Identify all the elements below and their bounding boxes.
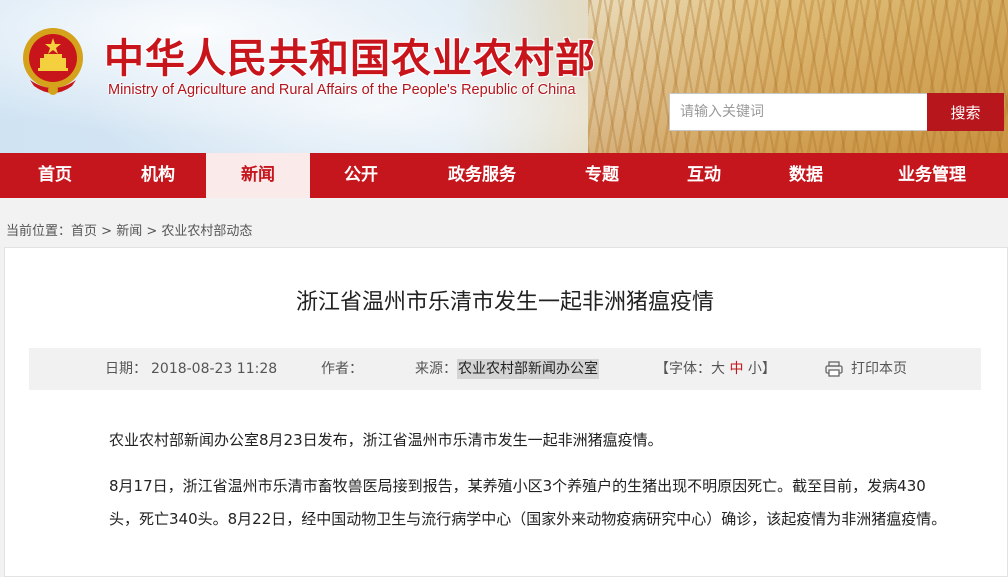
nav-item-news[interactable]: 新闻: [206, 153, 310, 198]
article-paragraph: 8月17日，浙江省温州市乐清市畜牧兽医局接到报告，某养殖小区3个养殖户的生猪出现…: [109, 477, 947, 528]
nav-item-data[interactable]: 数据: [756, 153, 856, 198]
site-title[interactable]: 中华人民共和国农业农村部: [104, 26, 596, 84]
breadcrumb-prefix: 当前位置：: [6, 224, 72, 239]
article-panel: 浙江省温州市乐清市发生一起非洲猪瘟疫情 日期： 2018-08-23 11:28…: [4, 247, 1008, 577]
breadcrumb-separator: >: [101, 224, 113, 239]
search-input[interactable]: [669, 93, 927, 131]
nav-item-interaction[interactable]: 互动: [652, 153, 756, 198]
meta-source-value: 农业农村部新闻办公室: [457, 359, 599, 379]
nav-item-public[interactable]: 公开: [310, 153, 412, 198]
breadcrumb-separator: >: [146, 224, 158, 239]
font-size-medium[interactable]: 中: [729, 361, 743, 377]
nav-item-business-management[interactable]: 业务管理: [856, 153, 1008, 198]
meta-source-value-wrap: 农业农村部新闻办公室: [457, 348, 599, 390]
font-size-small[interactable]: 小: [748, 361, 762, 377]
nav-item-home[interactable]: 首页: [0, 153, 110, 198]
breadcrumb: 当前位置：首页 > 新闻 > 农业农村部动态: [6, 220, 252, 239]
search-button[interactable]: 搜索: [927, 93, 1004, 131]
meta-date-label: 日期：: [105, 361, 147, 377]
site-title-english: Ministry of Agriculture and Rural Affair…: [108, 82, 576, 98]
meta-source-label: 来源：: [415, 361, 457, 377]
font-size-large[interactable]: 大: [711, 361, 725, 377]
print-page-button[interactable]: 打印本页: [825, 348, 907, 390]
article-title: 浙江省温州市乐清市发生一起非洲猪瘟疫情: [295, 290, 714, 315]
font-size-label-open: 【字体：: [655, 361, 711, 377]
article-meta-bar: 日期： 2018-08-23 11:28 作者： 来源： 农业农村部新闻办公室 …: [29, 348, 981, 390]
font-size-label-close: 】: [761, 361, 776, 377]
main-nav: 首页 机构 新闻 公开 政务服务 专题 互动 数据 业务管理: [0, 153, 1008, 198]
nav-item-topics[interactable]: 专题: [552, 153, 652, 198]
breadcrumb-ministry-news[interactable]: 农业农村部动态: [161, 224, 252, 239]
article-paragraph: 农业农村部新闻办公室8月23日发布，浙江省温州市乐清市发生一起非洲猪瘟疫情。: [109, 431, 663, 449]
meta-date-value: 2018-08-23 11:28: [151, 361, 278, 377]
breadcrumb-home[interactable]: 首页: [71, 224, 97, 239]
printer-icon: [825, 361, 843, 377]
breadcrumb-news[interactable]: 新闻: [116, 224, 142, 239]
meta-author-label: 作者：: [321, 361, 363, 377]
national-emblem-icon: [23, 28, 83, 95]
nav-item-government-services[interactable]: 政务服务: [412, 153, 552, 198]
nav-item-organization[interactable]: 机构: [110, 153, 206, 198]
font-size-control: 【字体：大 中 小】: [655, 348, 776, 390]
print-page-label: 打印本页: [851, 361, 907, 377]
header-banner: 中华人民共和国农业农村部 Ministry of Agriculture and…: [0, 0, 1008, 153]
